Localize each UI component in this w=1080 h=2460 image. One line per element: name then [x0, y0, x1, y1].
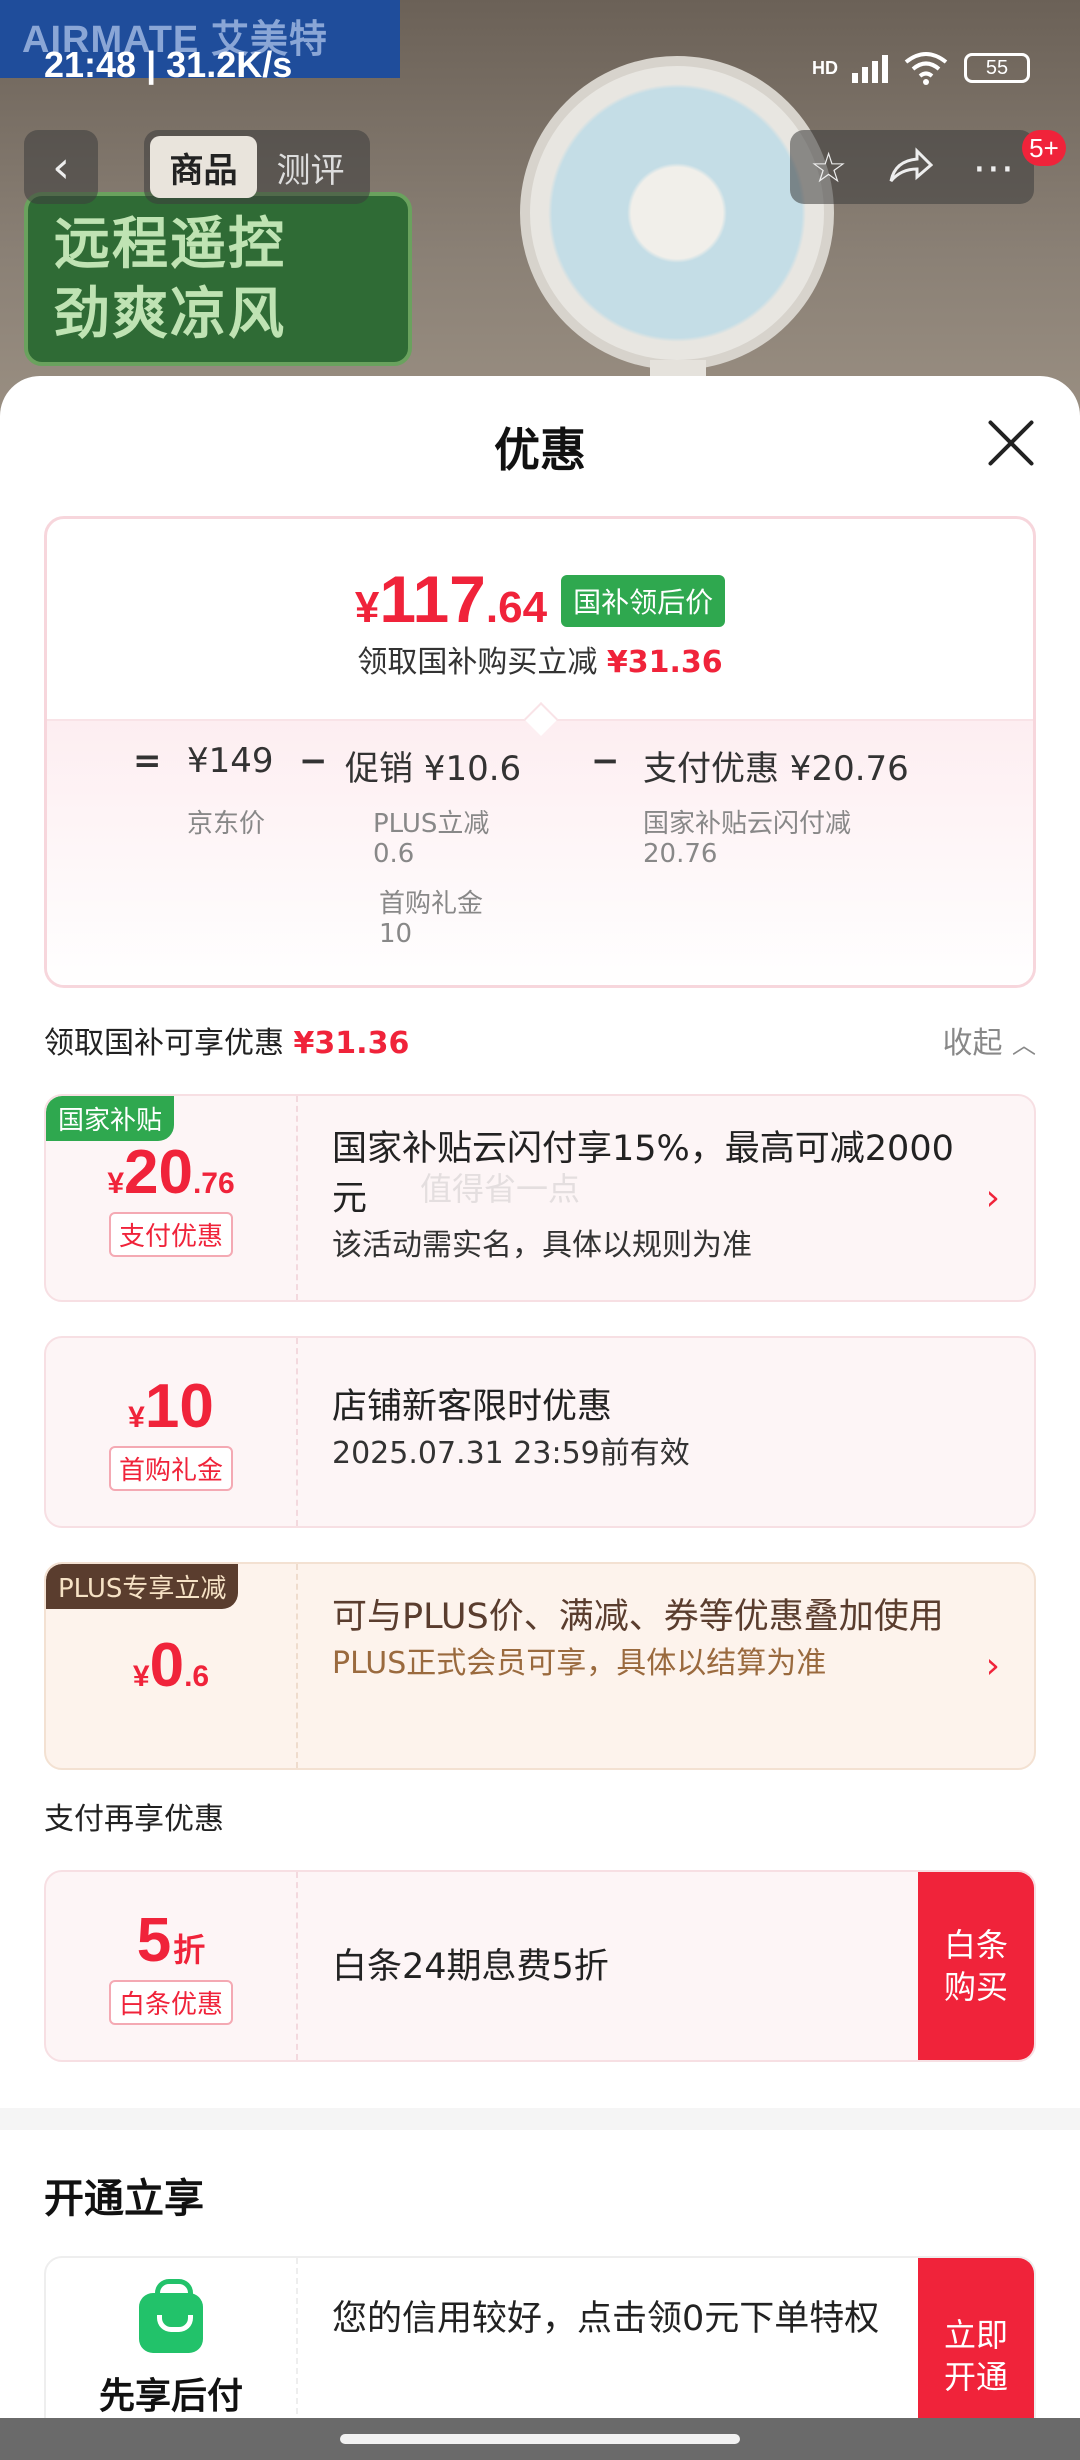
coupon-desc: 该活动需实名，具体以规则为准 — [332, 1228, 752, 1263]
signal-icon — [852, 53, 888, 83]
plus-discount-value: 0.6 — [373, 839, 415, 869]
tab-review[interactable]: 测评 — [257, 136, 364, 198]
watermark: 值得省一点 — [420, 1170, 581, 1208]
jd-price-label: 京东价 — [187, 809, 266, 839]
plus-exclusive-tag: PLUS专享立减 — [46, 1564, 239, 1609]
coupon-amount-panel: 5折 白条优惠 — [46, 1872, 298, 2060]
fan-product-image — [520, 56, 834, 370]
chevron-right-icon: › — [985, 1645, 1000, 1687]
shopping-bag-icon — [139, 2279, 203, 2353]
status-time: 21:48 | 31.2K/s — [44, 44, 293, 85]
subsidy-pay-value: 20.76 — [643, 839, 718, 869]
status-icons: HD 55 — [812, 50, 1030, 86]
coupon-desc: 2025.07.31 23:59前有效 — [332, 1436, 690, 1471]
subsidy-saving-line: 领取国补购买立减 ¥31.36 — [357, 645, 723, 680]
promo-discount: 促销 ¥10.6 — [345, 749, 522, 789]
tab-product[interactable]: 商品 — [150, 136, 257, 198]
coupon-type-pill: 首购礼金 — [108, 1445, 233, 1491]
star-icon[interactable]: ☆ — [810, 143, 848, 192]
close-icon[interactable] — [986, 418, 1036, 468]
coupon-card-first-buy[interactable]: ¥10 首购礼金 店铺新客限时优惠 2025.07.31 23:59前有效 — [44, 1336, 1036, 1528]
coupon-card-plus[interactable]: ¥0.6 PLUS专享立减 可与PLUS价、满减、券等优惠叠加使用 PLUS正式… — [44, 1562, 1036, 1770]
chevron-right-icon: › — [985, 1177, 1000, 1219]
service-title: 您的信用较好，点击领0元下单特权 — [332, 2299, 880, 2339]
subsidy-price-tag: 国补领后价 — [561, 575, 726, 627]
coupon-body: 白条24期息费5折 — [332, 1942, 894, 1992]
discount-sheet: 优惠 ¥117.64 国补领后价 领取国补购买立减 ¥31.36 = ¥149 … — [0, 376, 1080, 2460]
message-badge: 5+ — [1022, 130, 1066, 166]
service-name: 先享后付 — [98, 2376, 243, 2417]
minus-sign-1: − — [299, 741, 328, 781]
more-icon[interactable]: ⋯ — [972, 143, 1014, 192]
coupon-amount: ¥10 — [128, 1371, 214, 1441]
top-actions: ☆ ⋯ — [790, 130, 1034, 204]
battery-icon: 55 — [964, 53, 1030, 83]
first-buy-value: 10 — [379, 919, 413, 949]
subsidy-section-header: 领取国补可享优惠 ¥31.36 — [44, 1026, 410, 1061]
jd-price: ¥149 — [187, 741, 274, 781]
price-summary: ¥117.64 国补领后价 领取国补购买立减 ¥31.36 = ¥149 − 促… — [44, 516, 1036, 988]
promo-line-1: 远程遥控 — [54, 212, 286, 277]
baitiao-card[interactable]: 5折 白条优惠 白条24期息费5折 白条购买 — [44, 1870, 1036, 2062]
coupon-body: 店铺新客限时优惠 2025.07.31 23:59前有效 — [332, 1382, 954, 1476]
share-icon[interactable] — [887, 147, 933, 187]
coupon-title: 白条24期息费5折 — [332, 1947, 609, 1987]
baitiao-buy-button[interactable]: 白条购买 — [918, 1872, 1034, 2060]
final-price-row: ¥117.64 国补领后价 — [47, 561, 1033, 637]
coupon-type-pill: 白条优惠 — [108, 1979, 233, 2025]
plus-discount-label: PLUS立减 — [373, 809, 490, 839]
coupon-desc: PLUS正式会员可享，具体以结算为准 — [332, 1646, 827, 1681]
service-body: 您的信用较好，点击领0元下单特权 — [332, 2294, 894, 2344]
promo-banner: 远程遥控 劲爽凉风 — [24, 192, 412, 366]
wifi-icon — [904, 52, 948, 85]
equals-sign: = — [133, 741, 162, 781]
coupon-type-pill: 支付优惠 — [108, 1211, 233, 1257]
collapse-toggle[interactable]: 收起 ︿ — [942, 1018, 1036, 1062]
first-buy-label: 首购礼金 — [379, 889, 484, 919]
section-divider — [0, 2108, 1080, 2130]
hd-indicator: HD — [812, 57, 838, 78]
coupon-body: 可与PLUS价、满减、券等优惠叠加使用 PLUS正式会员可享，具体以结算为准 — [332, 1592, 954, 1686]
subsidy-pay-label: 国家补贴云闪付减 — [643, 809, 852, 839]
back-arrow-icon: ‹ — [52, 141, 70, 193]
product-tabs: 商品 测评 — [144, 130, 370, 204]
national-subsidy-tag: 国家补贴 — [46, 1096, 175, 1141]
sheet-title: 优惠 — [494, 423, 586, 477]
coupon-amount: ¥20.76 — [107, 1137, 235, 1207]
back-button[interactable]: ‹ — [24, 130, 98, 204]
promo-line-2: 劲爽凉风 — [54, 282, 286, 347]
final-price: ¥117.64 — [354, 562, 548, 636]
coupon-amount: ¥0.6 — [132, 1631, 210, 1700]
coupon-amount: 5折 — [136, 1905, 206, 1975]
coupon-title: 可与PLUS价、满减、券等优惠叠加使用 — [332, 1597, 944, 1637]
home-indicator[interactable] — [340, 2434, 740, 2444]
payment-section-header: 支付再享优惠 — [44, 1802, 224, 1837]
payment-discount: 支付优惠 ¥20.76 — [643, 749, 909, 789]
open-section-title: 开通立享 — [44, 2176, 204, 2222]
coupon-amount-panel: ¥10 首购礼金 — [46, 1338, 298, 1526]
chevron-up-icon: ︿ — [1012, 1031, 1036, 1059]
coupon-title: 店铺新客限时优惠 — [332, 1387, 613, 1427]
minus-sign-2: − — [591, 741, 620, 781]
